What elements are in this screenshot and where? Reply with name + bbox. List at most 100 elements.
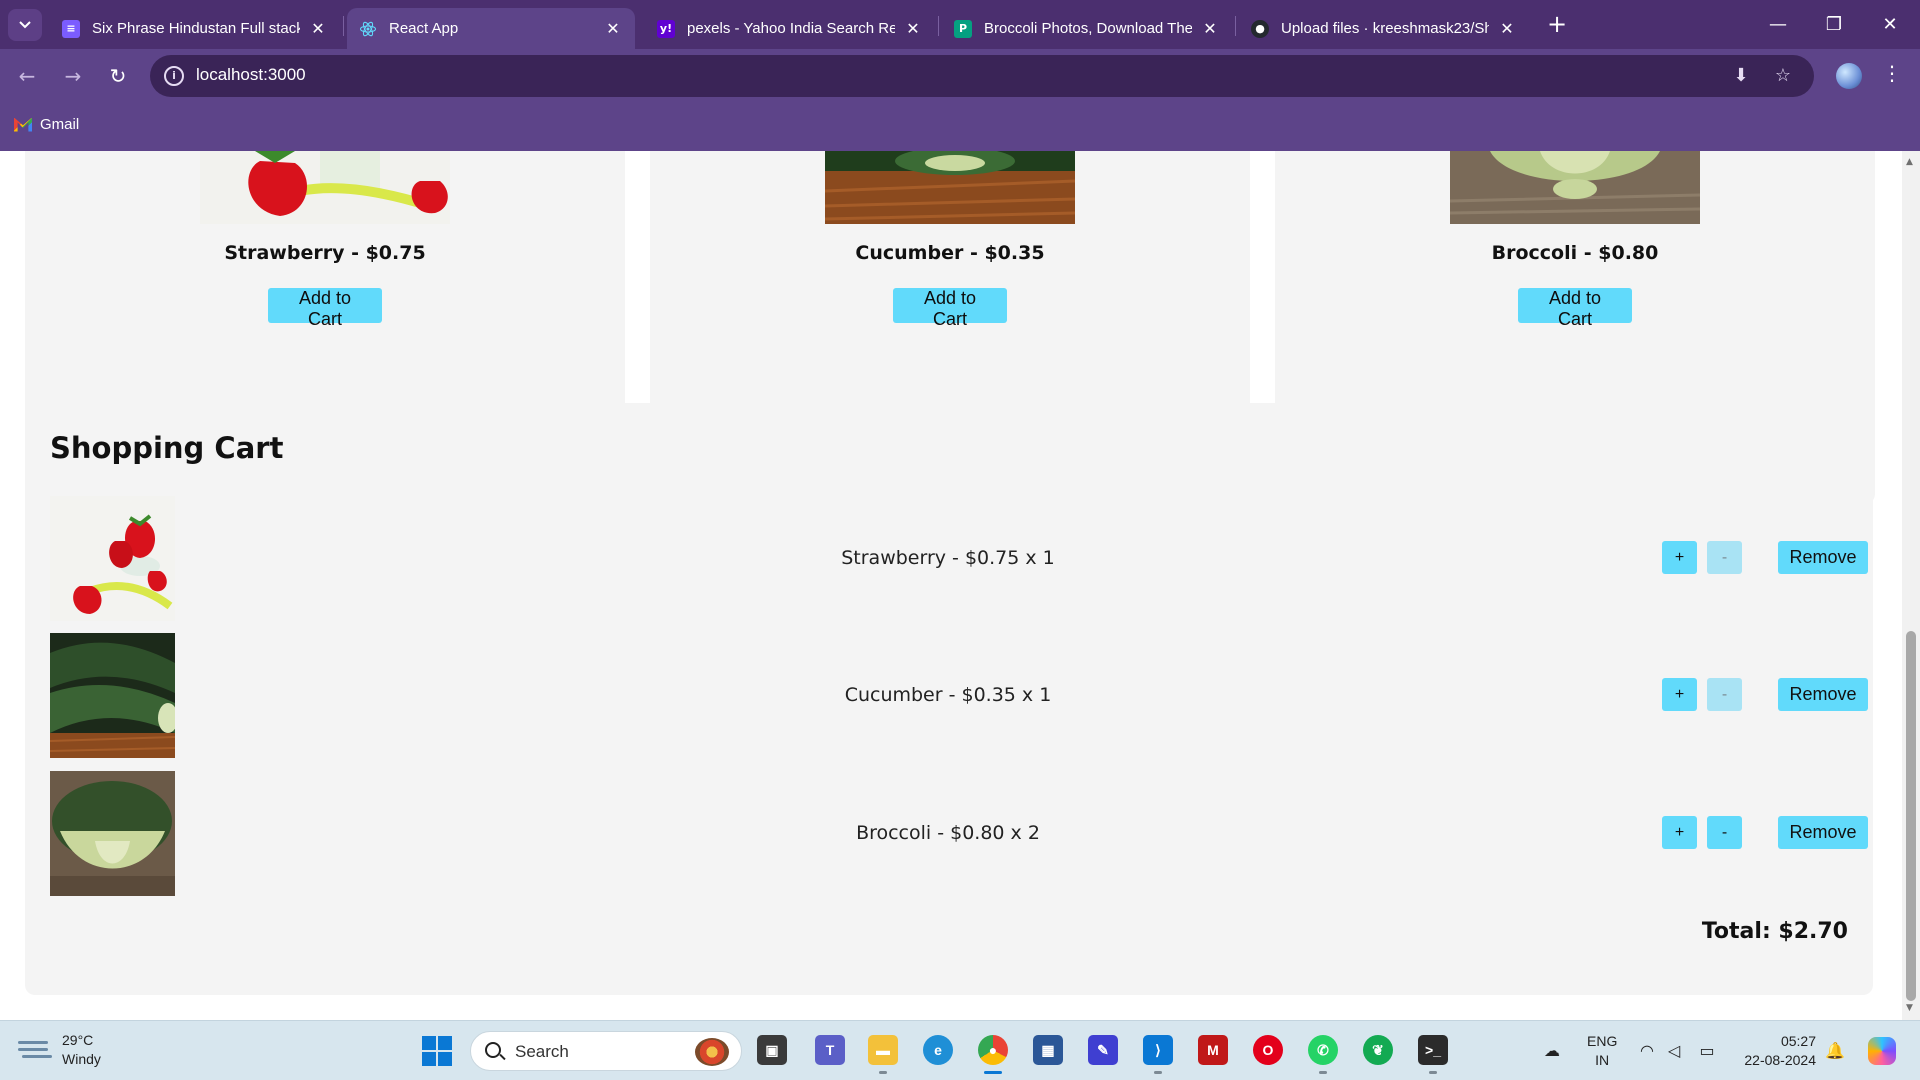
remove-button[interactable]: Remove (1778, 541, 1868, 574)
decrease-quantity-button[interactable]: - (1707, 541, 1742, 574)
browser-tab[interactable]: P Broccoli Photos, Download The ✕ (942, 8, 1232, 49)
running-indicator (1154, 1071, 1162, 1074)
language-indicator[interactable]: ENG IN (1587, 1032, 1617, 1070)
chevron-down-icon (19, 21, 31, 29)
onedrive-icon[interactable]: ☁ (1542, 1041, 1562, 1061)
terminal-icon[interactable]: >_ (1418, 1035, 1448, 1065)
tab-divider (1235, 16, 1236, 36)
close-icon[interactable]: ✕ (308, 19, 328, 38)
close-icon[interactable]: ✕ (603, 19, 623, 38)
browser-tab-active[interactable]: React App ✕ (347, 8, 635, 49)
product-name-price: Broccoli - $0.80 (1491, 242, 1659, 264)
browser-tab[interactable]: y! pexels - Yahoo India Search Res ✕ (645, 8, 935, 49)
plus-icon: + (1546, 10, 1568, 38)
tab-title: Broccoli Photos, Download The (984, 20, 1192, 37)
add-to-cart-button[interactable]: Add to Cart (1518, 288, 1632, 329)
profile-avatar[interactable] (1836, 63, 1862, 89)
yahoo-icon: y! (657, 19, 675, 38)
mongodb-icon[interactable]: ❦ (1363, 1035, 1393, 1065)
new-tab-button[interactable]: + (1542, 10, 1572, 40)
bookmark-gmail[interactable]: Gmail (14, 116, 79, 133)
edge-icon[interactable]: e (923, 1035, 953, 1065)
vscode-icon[interactable]: ⟩ (1143, 1035, 1173, 1065)
remove-button[interactable]: Remove (1778, 678, 1868, 711)
browser-tab[interactable]: ≡ Six Phrase Hindustan Full stack ✕ (50, 8, 340, 49)
tab-divider (938, 16, 939, 36)
shopping-cart: Shopping Cart Strawberry - $0.75 x 1 + -… (25, 403, 1873, 995)
weather-condition: Windy (62, 1051, 101, 1067)
tab-title: React App (389, 20, 459, 37)
gmail-icon (14, 118, 32, 132)
site-info-icon[interactable]: i (164, 66, 184, 86)
forward-button[interactable]: → (58, 61, 88, 91)
remove-button[interactable]: Remove (1778, 816, 1868, 849)
notification-bell-icon[interactable]: 🔔 (1825, 1041, 1845, 1061)
scroll-down-arrow-icon[interactable]: ▼ (1906, 1003, 1913, 1013)
chrome-icon[interactable]: ● (978, 1035, 1008, 1065)
whatsapp-icon[interactable]: ✆ (1308, 1035, 1338, 1065)
minimize-button[interactable]: — (1750, 0, 1806, 49)
arrow-left-icon: ← (18, 64, 36, 88)
restore-button[interactable]: ❐ (1806, 0, 1862, 49)
mcafee-icon[interactable]: M (1198, 1035, 1228, 1065)
cart-item-text: Cucumber - $0.35 x 1 (844, 684, 1052, 706)
search-placeholder: Search (515, 1042, 569, 1061)
restore-icon: ❐ (1825, 14, 1843, 35)
tab-title: Six Phrase Hindustan Full stack (92, 20, 300, 37)
file-explorer-icon[interactable]: ▬ (868, 1035, 898, 1065)
taskbar-search-input[interactable]: Search (470, 1031, 742, 1071)
battery-icon[interactable]: ▭ (1697, 1041, 1717, 1061)
increase-quantity-button[interactable]: + (1662, 541, 1697, 574)
running-indicator (1319, 1071, 1327, 1074)
cart-title: Shopping Cart (50, 431, 284, 465)
close-icon[interactable]: ✕ (1497, 19, 1517, 38)
add-to-cart-button[interactable]: Add to Cart (268, 288, 382, 329)
tab-search-button[interactable] (8, 9, 42, 41)
wind-icon (18, 1040, 48, 1060)
region-code: IN (1595, 1052, 1610, 1068)
decrease-quantity-button[interactable]: - (1707, 678, 1742, 711)
task-view-icon[interactable]: ▣ (757, 1035, 787, 1065)
bookmark-label: Gmail (40, 116, 80, 133)
decrease-quantity-button[interactable]: - (1707, 816, 1742, 849)
scroll-up-arrow-icon[interactable]: ▲ (1906, 157, 1913, 167)
microsoft-store-icon[interactable]: ▦ (1033, 1035, 1063, 1065)
notes-app-icon[interactable]: ✎ (1088, 1035, 1118, 1065)
page-scrollbar[interactable]: ▲ ▼ (1902, 151, 1920, 1020)
browser-tab[interactable]: ● Upload files · kreeshmask23/Sh ✕ (1239, 8, 1529, 49)
bookmark-star-icon[interactable]: ☆ (1772, 65, 1794, 87)
system-clock[interactable]: 05:27 22-08-2024 (1738, 1032, 1816, 1070)
reload-icon: ↻ (109, 64, 127, 88)
more-menu-icon[interactable]: ⋮ (1882, 61, 1902, 85)
volume-icon[interactable]: ◁ (1664, 1041, 1684, 1061)
scrollbar-thumb[interactable] (1906, 631, 1916, 1001)
tab-title: pexels - Yahoo India Search Res (687, 20, 895, 37)
arrow-right-icon: → (64, 64, 82, 88)
url-text[interactable]: localhost:3000 (196, 65, 306, 85)
product-image-cucumber (825, 151, 1075, 224)
cart-item: Broccoli - $0.80 x 2 + - Remove (50, 771, 1868, 896)
product-name-price: Strawberry - $0.75 (224, 242, 426, 264)
close-window-button[interactable]: ✕ (1862, 0, 1918, 49)
windows-start-icon[interactable] (422, 1036, 452, 1066)
search-icon (485, 1042, 501, 1058)
address-bar[interactable]: i localhost:3000 ⬇ ☆ (150, 55, 1814, 97)
clock-time: 05:27 (1780, 1033, 1816, 1049)
teams-icon[interactable]: T (815, 1035, 845, 1065)
back-button[interactable]: ← (12, 61, 42, 91)
product-image-strawberry (200, 151, 450, 224)
weather-widget[interactable]: 29°C Windy (18, 1031, 101, 1069)
opera-icon[interactable]: O (1253, 1035, 1283, 1065)
pexels-icon: P (954, 19, 972, 38)
close-icon[interactable]: ✕ (1200, 19, 1220, 38)
reload-button[interactable]: ↻ (103, 61, 133, 91)
add-to-cart-button[interactable]: Add to Cart (893, 288, 1007, 329)
wifi-icon[interactable]: ◠ (1637, 1041, 1657, 1061)
increase-quantity-button[interactable]: + (1662, 816, 1697, 849)
increase-quantity-button[interactable]: + (1662, 678, 1697, 711)
running-indicator (879, 1071, 887, 1074)
copilot-icon[interactable] (1868, 1037, 1896, 1065)
browser-tab-strip: ≡ Six Phrase Hindustan Full stack ✕ Reac… (0, 0, 1920, 49)
install-app-icon[interactable]: ⬇ (1730, 65, 1752, 87)
close-icon[interactable]: ✕ (903, 19, 923, 38)
